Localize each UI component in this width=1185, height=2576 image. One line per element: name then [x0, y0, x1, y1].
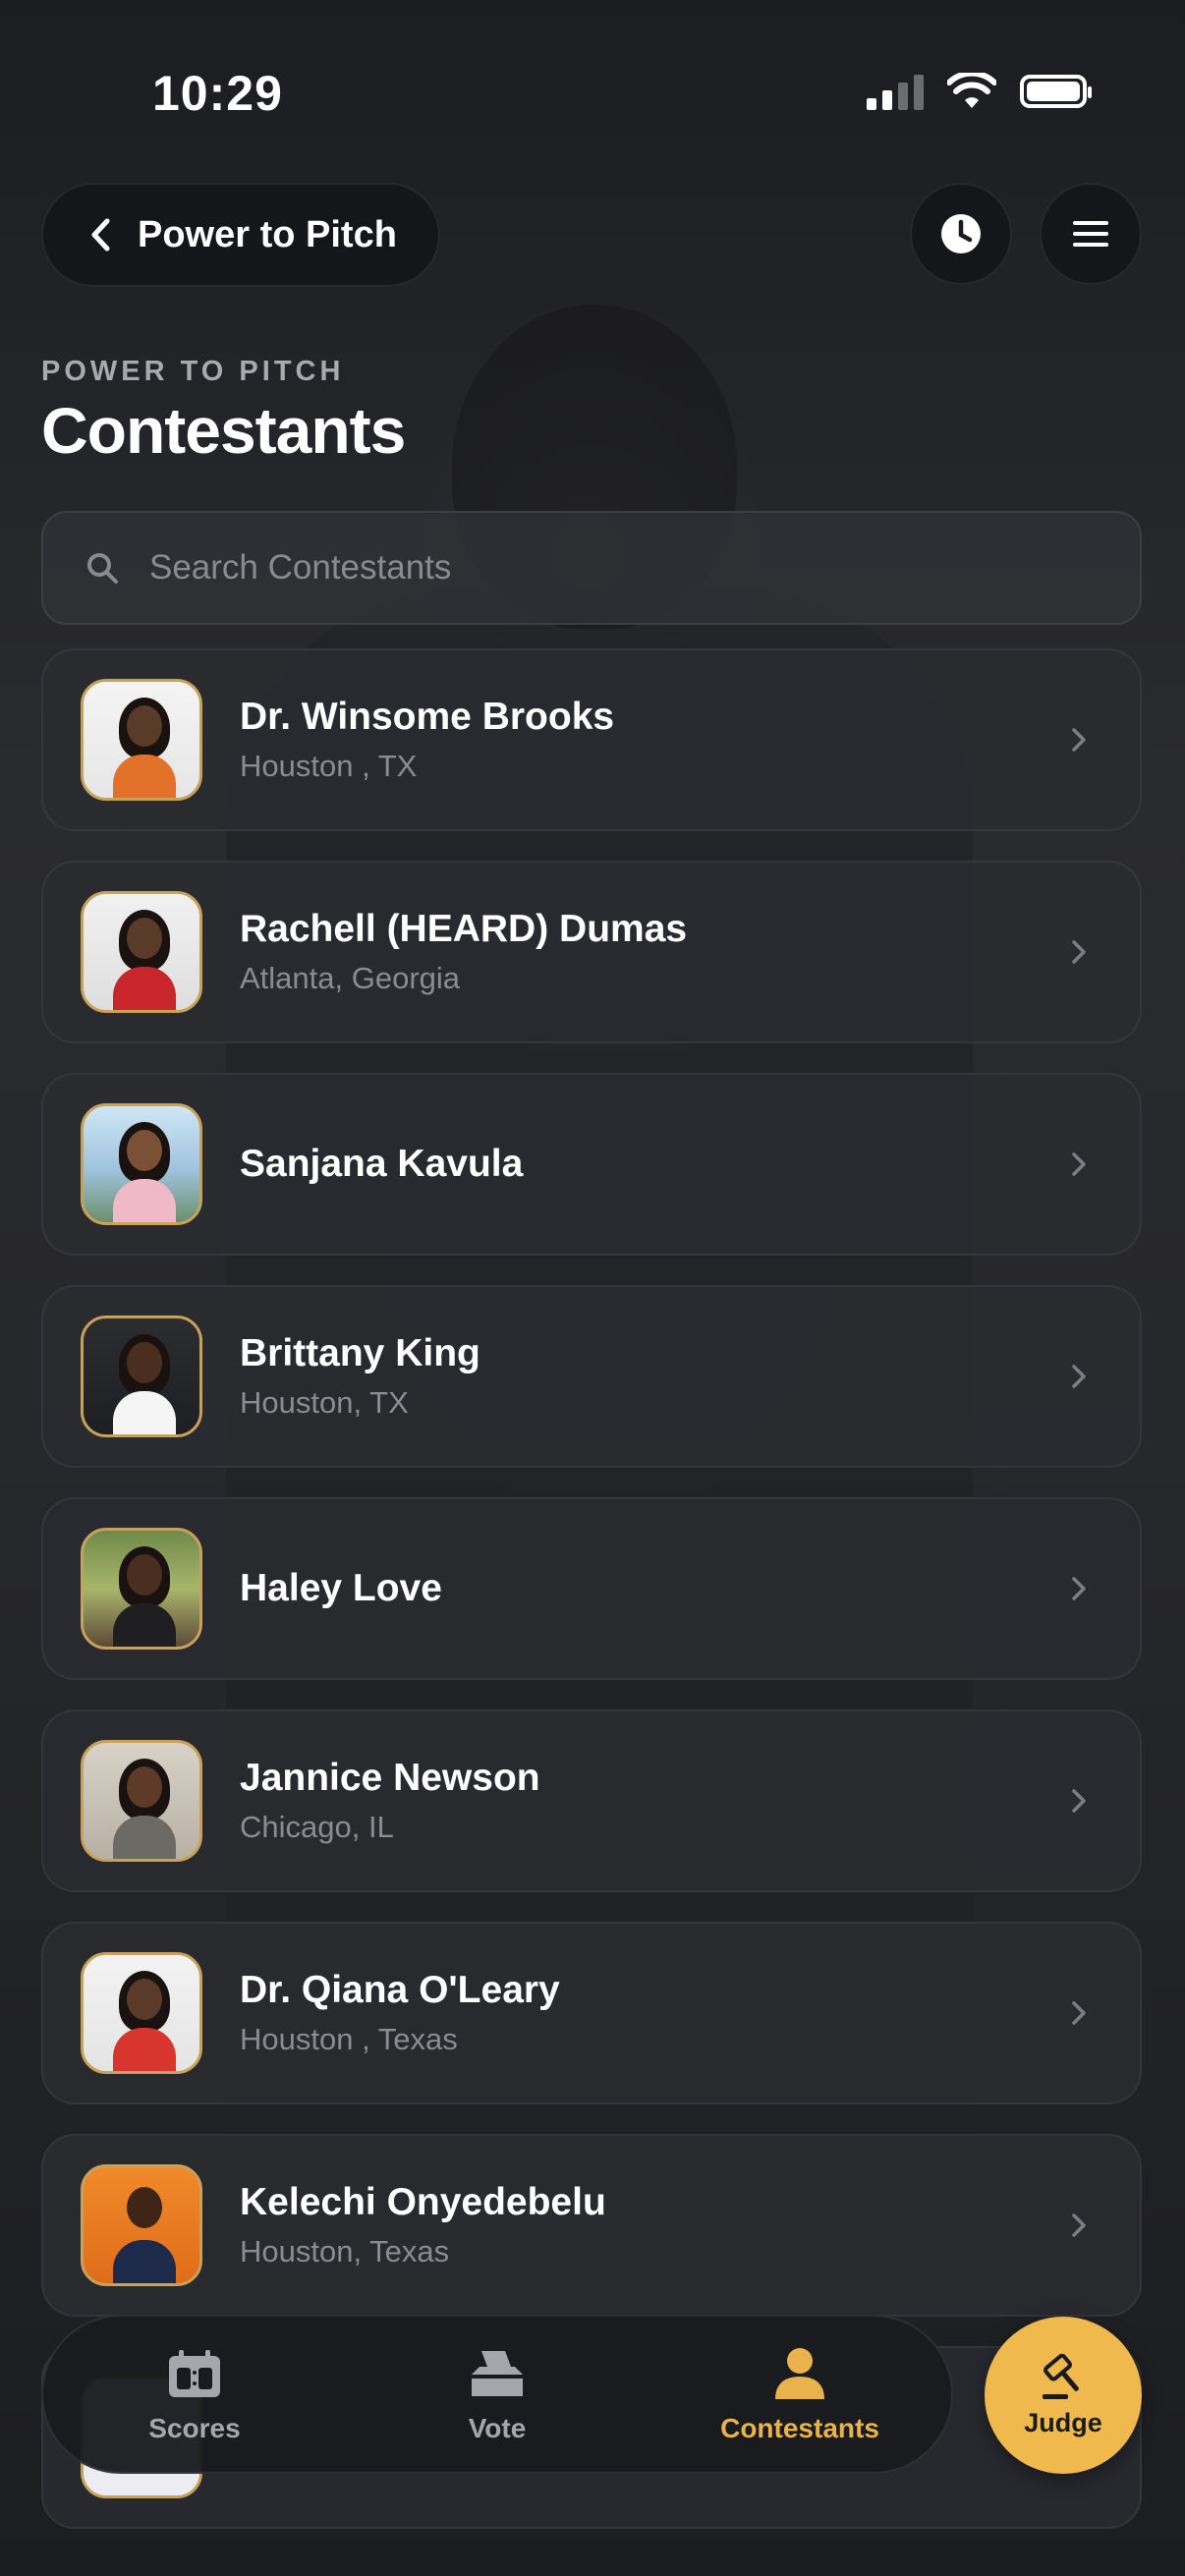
- chevron-right-icon: [1061, 934, 1097, 970]
- contestant-name: Dr. Winsome Brooks: [240, 696, 615, 738]
- contestant-avatar: [81, 1740, 202, 1862]
- contestant-location: Houston, TX: [240, 1385, 409, 1420]
- contestant-name: Rachell (HEARD) Dumas: [240, 908, 688, 950]
- back-button[interactable]: Power to Pitch: [41, 183, 440, 287]
- contestant-avatar: [81, 1952, 202, 2074]
- tab-vote[interactable]: Vote: [346, 2317, 649, 2472]
- hamburger-menu-icon: [1073, 221, 1108, 247]
- page-title: Contestants: [41, 394, 406, 467]
- chevron-right-icon: [1061, 1995, 1097, 2031]
- person-icon: [770, 2344, 829, 2403]
- contestant-location: Houston , Texas: [240, 2022, 458, 2056]
- contestant-avatar: [81, 1528, 202, 1650]
- contestant-name: Kelechi Onyedebelu: [240, 2181, 606, 2223]
- contestant-avatar: [81, 891, 202, 1013]
- contestant-location: Houston , TX: [240, 749, 418, 783]
- contestant-location: Chicago, IL: [240, 1810, 394, 1844]
- tab-label: Vote: [468, 2413, 527, 2443]
- chevron-right-icon: [1061, 2208, 1097, 2243]
- bottom-tab-bar: Scores Vote Contestants: [41, 2315, 953, 2474]
- chevron-right-icon: [1061, 1783, 1097, 1819]
- contestant-name: Haley Love: [240, 1567, 442, 1609]
- clock-icon: [941, 214, 981, 253]
- search-bar[interactable]: [41, 511, 1142, 625]
- chevron-right-icon: [1061, 722, 1097, 757]
- ballot-box-icon: [468, 2344, 527, 2403]
- status-icons: [867, 73, 1092, 110]
- contestant-avatar: [81, 1103, 202, 1225]
- contestant-name: Sanjana Kavula: [240, 1143, 524, 1185]
- contestant-name: Dr. Qiana O'Leary: [240, 1969, 560, 2011]
- contestant-card[interactable]: Dr. Winsome Brooks Houston , TX: [41, 648, 1142, 831]
- history-button[interactable]: [910, 183, 1012, 285]
- contestant-name: Brittany King: [240, 1332, 480, 1374]
- contestant-avatar: [81, 1316, 202, 1437]
- chevron-right-icon: [1061, 1147, 1097, 1182]
- contestant-card[interactable]: Sanjana Kavula: [41, 1073, 1142, 1256]
- contestant-card[interactable]: Kelechi Onyedebelu Houston, Texas: [41, 2134, 1142, 2317]
- status-bar: 10:29: [0, 0, 1185, 187]
- contestant-location: Houston, Texas: [240, 2234, 450, 2268]
- tab-contestants[interactable]: Contestants: [649, 2317, 951, 2472]
- contestant-card[interactable]: Dr. Qiana O'Leary Houston , Texas: [41, 1922, 1142, 2104]
- page-eyebrow: POWER TO PITCH: [41, 356, 345, 387]
- tab-scores[interactable]: Scores: [43, 2317, 346, 2472]
- contestant-card[interactable]: Jannice Newson Chicago, IL: [41, 1709, 1142, 1892]
- judge-label: Judge: [1024, 2407, 1102, 2437]
- menu-button[interactable]: [1040, 183, 1142, 285]
- search-input[interactable]: [147, 547, 1140, 588]
- cellular-signal-icon: [867, 73, 924, 110]
- contestant-card[interactable]: Rachell (HEARD) Dumas Atlanta, Georgia: [41, 861, 1142, 1043]
- contestant-avatar: [81, 679, 202, 801]
- chevron-right-icon: [1061, 1359, 1097, 1394]
- tab-label: Contestants: [720, 2413, 879, 2443]
- back-button-label: Power to Pitch: [138, 213, 397, 255]
- chevron-left-icon: [81, 215, 120, 254]
- contestant-card[interactable]: Haley Love: [41, 1497, 1142, 1680]
- judge-button[interactable]: Judge: [985, 2317, 1142, 2474]
- contestant-avatar: [81, 2164, 202, 2286]
- tab-label: Scores: [148, 2413, 241, 2443]
- battery-icon: [1020, 75, 1092, 108]
- contestant-location: Atlanta, Georgia: [240, 961, 461, 995]
- gavel-icon: [1043, 2353, 1079, 2399]
- chevron-right-icon: [1061, 1571, 1097, 1606]
- scoreboard-icon: [165, 2344, 224, 2403]
- wifi-icon: [947, 73, 996, 108]
- status-time: 10:29: [152, 66, 283, 121]
- contestant-name: Jannice Newson: [240, 1757, 540, 1799]
- search-icon: [83, 548, 122, 588]
- contestant-card[interactable]: Brittany King Houston, TX: [41, 1285, 1142, 1468]
